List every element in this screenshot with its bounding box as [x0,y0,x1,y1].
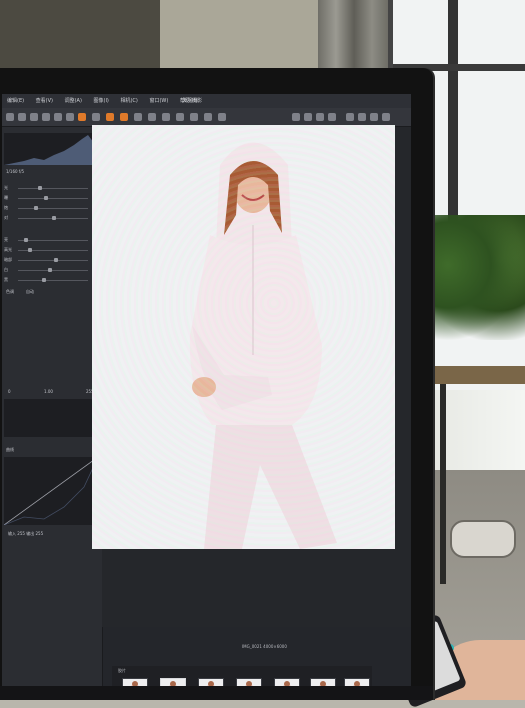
window-frame [448,0,458,250]
pen-icon[interactable] [204,113,212,121]
histogram [4,133,98,165]
reset-icon[interactable] [30,113,38,121]
eraser-tool-icon[interactable] [120,113,128,121]
menu-bar: 编辑(E) 查看(V) 调整(A) 图像(I) 相机(C) 窗口(W) 帮助(H… [2,94,411,108]
slider-row[interactable]: 黑 [4,277,98,283]
levels-value[interactable]: 1.00 [44,389,53,394]
slider-knob[interactable] [48,268,52,272]
displayed-photo [92,125,395,549]
photo-caption: IMG_0021 4000×6000 [242,644,287,649]
histogram-graph [4,135,98,165]
curve-input-value: 255 [17,531,25,536]
levels-panel [4,399,98,437]
crop-icon[interactable] [134,113,142,121]
brush-tool-icon[interactable] [106,113,114,121]
slider-knob[interactable] [38,186,42,190]
slider-row[interactable]: 饱 [4,205,98,211]
adjustment-panel: 1/160 f/5 光 曝 饱 对 亮 高光 暗部 白 黑 色调 自动 0 1.… [2,127,103,700]
shoes [450,520,516,558]
curve-output-label: 输出 [26,531,35,536]
slider-track [18,188,88,189]
slider-row[interactable]: 高光 [4,247,98,253]
menu-image[interactable]: 图像(I) [89,94,114,108]
slider-label: 光 [4,185,8,190]
tone-mode-select[interactable]: 自动 [26,289,34,295]
eyedropper-icon[interactable] [218,113,226,121]
menu-view[interactable]: 查看(V) [31,94,58,108]
slider-label: 对 [4,215,8,220]
export-icon[interactable] [346,113,354,121]
curve-readout: 输入 255 输出 255 [8,531,43,537]
hand-tool-icon[interactable] [92,113,100,121]
curve-output-value: 255 [35,531,44,536]
slider-row[interactable]: 亮 [4,237,98,243]
highlight-tool-icon[interactable] [78,113,86,121]
curves-label: 曲线 [6,447,14,452]
slider-label: 曝 [4,195,8,200]
rotate-icon[interactable] [42,113,50,121]
menu-window[interactable]: 窗口(W) [144,94,173,108]
undo-icon[interactable] [6,113,14,121]
model-figure [92,125,395,549]
slider-track [18,208,88,209]
exposure-readout: 1/160 f/5 [6,169,25,174]
filmstrip-label: 胶片 [118,668,126,673]
slider-row[interactable]: 暗部 [4,257,98,263]
layers-icon[interactable] [328,113,336,121]
slider-label: 黑 [4,277,8,282]
slider-label: 白 [4,267,8,272]
slider-track [18,270,88,271]
stamp-icon[interactable] [190,113,198,121]
grid-view-icon[interactable] [292,113,300,121]
slider-track [18,198,88,199]
slider-label: 暗部 [4,257,12,262]
straighten-icon[interactable] [148,113,156,121]
list-view-icon[interactable] [316,113,324,121]
settings-icon[interactable] [382,113,390,121]
curve-line [3,456,99,526]
lasso-icon[interactable] [162,113,170,121]
slider-track [18,240,88,241]
slider-row[interactable]: 白 [4,267,98,273]
slider-row[interactable]: 光 [4,185,98,191]
monitor-bezel-bottom [0,686,433,700]
curves-graph[interactable] [3,456,99,526]
slider-knob[interactable] [52,216,56,220]
redo-icon[interactable] [18,113,26,121]
slider-knob[interactable] [44,196,48,200]
slider-row[interactable]: 曝 [4,195,98,201]
app-title: 天羽摄影 [182,98,203,104]
cloud-icon[interactable] [370,113,378,121]
circle-tool-icon[interactable] [176,113,184,121]
slider-row[interactable]: 对 [4,215,98,221]
flip-icon[interactable] [54,113,62,121]
desk-leg [440,384,446,584]
slider-label: 饱 [4,205,8,210]
slider-label: 亮 [4,237,8,242]
slider-label: 高光 [4,247,12,252]
curve-input-label: 输入 [8,531,16,536]
slider-knob[interactable] [34,206,38,210]
slider-knob[interactable] [28,248,32,252]
slider-track [18,280,88,281]
menu-camera[interactable]: 相机(C) [115,94,142,108]
compare-icon[interactable] [304,113,312,121]
menu-edit[interactable]: 编辑(E) [2,94,29,108]
slider-knob[interactable] [24,238,28,242]
copy-icon[interactable] [66,113,74,121]
levels-value[interactable]: 0 [8,389,11,394]
tone-mode-label: 色调 [6,289,14,294]
share-icon[interactable] [358,113,366,121]
slider-knob[interactable] [42,278,46,282]
slider-knob[interactable] [54,258,58,262]
menu-adjust[interactable]: 调整(A) [60,94,87,108]
slider-track [18,260,88,261]
